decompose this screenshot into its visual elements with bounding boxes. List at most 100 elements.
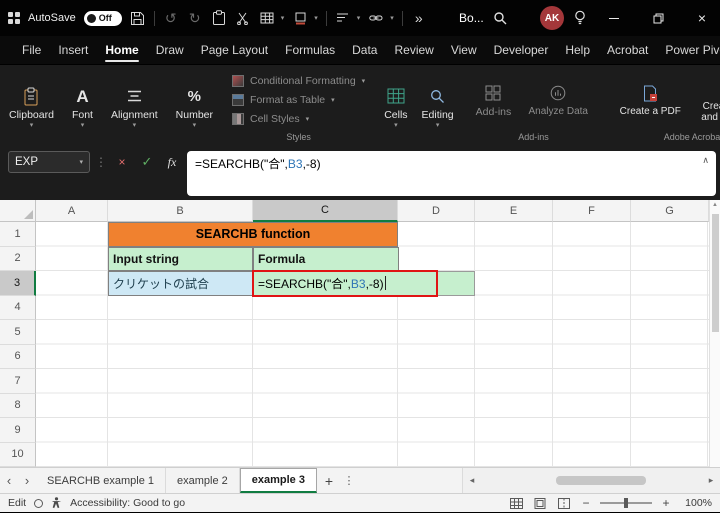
insert-function-button[interactable]: fx xyxy=(162,151,182,173)
lightbulb-icon[interactable] xyxy=(572,8,588,28)
column-header-B[interactable]: B xyxy=(108,200,253,222)
sheet-nav-left-icon[interactable]: ‹ xyxy=(0,468,18,493)
row-header-10[interactable]: 10 xyxy=(0,442,36,467)
row-header-9[interactable]: 9 xyxy=(0,418,36,443)
sheet-options-icon[interactable]: ⋮ xyxy=(341,468,357,493)
tab-file[interactable]: File xyxy=(14,37,49,64)
tab-power-pivot[interactable]: Power Pivot xyxy=(657,37,720,64)
app-launcher-icon[interactable] xyxy=(8,12,20,24)
column-header-F[interactable]: F xyxy=(553,200,631,222)
row-header-5[interactable]: 5 xyxy=(0,320,36,345)
redo-icon[interactable]: ↻ xyxy=(187,8,203,28)
row-header-3[interactable]: 3 xyxy=(0,271,36,296)
alignment-button[interactable]: Alignment ▾ xyxy=(104,67,165,146)
formula-cell-c3-editing[interactable]: =SEARCHB("合",B3,-8) xyxy=(252,270,438,297)
row-header-4[interactable]: 4 xyxy=(0,295,36,320)
horizontal-scrollbar-thumb[interactable] xyxy=(555,476,646,485)
create-pdf-button[interactable]: Create a PDF xyxy=(610,82,690,118)
undo-icon[interactable]: ↺ xyxy=(163,8,179,28)
select-all-corner[interactable] xyxy=(0,200,36,222)
sheet-tab-example-3[interactable]: example 3 xyxy=(239,468,317,493)
scroll-up-icon[interactable]: ▲ xyxy=(710,202,720,208)
conditional-formatting-button[interactable]: Conditional Formatting ▾ xyxy=(228,73,369,90)
font-button[interactable]: A Font ▾ xyxy=(65,67,100,146)
formula-header-cell-c2[interactable]: Formula xyxy=(253,246,399,271)
column-header-D[interactable]: D xyxy=(398,200,475,222)
horizontal-scroll-track[interactable] xyxy=(479,476,704,485)
sheet-tab-searchb-example-1[interactable]: SEARCHB example 1 xyxy=(36,468,166,493)
sheet-nav-right-icon[interactable]: › xyxy=(18,468,36,493)
tab-acrobat[interactable]: Acrobat xyxy=(599,37,656,64)
link-icon[interactable] xyxy=(368,8,384,28)
tab-developer[interactable]: Developer xyxy=(486,37,557,64)
enter-button[interactable]: ✓ xyxy=(137,151,157,173)
tab-insert[interactable]: Insert xyxy=(50,37,96,64)
zoom-slider-knob[interactable] xyxy=(624,498,628,508)
cancel-button[interactable]: × xyxy=(112,151,132,173)
input-string-header-cell-b2[interactable]: Input string xyxy=(108,246,253,271)
analyze-data-button[interactable]: Analyze Data xyxy=(518,82,598,118)
vertical-scrollbar[interactable]: ▲ xyxy=(709,200,720,467)
zoom-slider[interactable] xyxy=(600,498,652,508)
row-header-7[interactable]: 7 xyxy=(0,369,36,394)
horizontal-scrollbar[interactable]: ◂ ▸ xyxy=(462,468,720,493)
row-header-1[interactable]: 1 xyxy=(0,222,36,247)
restore-button[interactable] xyxy=(640,0,676,36)
accessibility-status[interactable]: Accessibility: Good to go xyxy=(70,497,185,509)
more-commands-icon[interactable]: » xyxy=(411,8,427,28)
avatar[interactable]: AK xyxy=(540,6,565,30)
normal-view-icon[interactable] xyxy=(508,496,524,510)
column-header-C[interactable]: C xyxy=(253,200,398,222)
sheet-tab-example-2[interactable]: example 2 xyxy=(166,468,240,493)
save-icon[interactable] xyxy=(130,8,146,28)
row-header-8[interactable]: 8 xyxy=(0,393,36,418)
name-box[interactable]: EXP ▾ xyxy=(8,151,90,173)
column-header-G[interactable]: G xyxy=(631,200,709,222)
number-button[interactable]: % Number ▾ xyxy=(169,67,220,146)
column-header-E[interactable]: E xyxy=(475,200,553,222)
editing-button[interactable]: Editing ▾ xyxy=(415,67,461,146)
tab-home[interactable]: Home xyxy=(97,37,146,64)
search-icon[interactable] xyxy=(492,8,508,28)
macro-record-icon[interactable] xyxy=(34,498,44,508)
row-header-2[interactable]: 2 xyxy=(0,246,36,271)
tab-review[interactable]: Review xyxy=(386,37,441,64)
scroll-right-icon[interactable]: ▸ xyxy=(704,475,718,486)
page-break-view-icon[interactable] xyxy=(556,496,572,510)
cell-styles-button[interactable]: Cell Styles ▾ xyxy=(228,111,369,128)
fill-color-icon[interactable] xyxy=(292,8,308,28)
paste-icon[interactable] xyxy=(211,8,227,28)
vertical-scrollbar-thumb[interactable] xyxy=(712,214,719,332)
cells-button[interactable]: Cells ▾ xyxy=(377,67,414,146)
accessibility-icon[interactable] xyxy=(51,497,62,509)
formula-input[interactable]: =SEARCHB("合",B3,-8) ∧ xyxy=(187,151,716,196)
scroll-left-icon[interactable]: ◂ xyxy=(465,475,479,486)
tab-view[interactable]: View xyxy=(443,37,485,64)
create-pdf-share-button[interactable]: Create a PDF and Share link xyxy=(690,77,720,124)
column-header-A[interactable]: A xyxy=(36,200,108,222)
zoom-level[interactable]: 100% xyxy=(680,497,712,509)
tab-page-layout[interactable]: Page Layout xyxy=(193,37,276,64)
tab-formulas[interactable]: Formulas xyxy=(277,37,343,64)
format-as-table-button[interactable]: Format as Table ▾ xyxy=(228,92,369,109)
table-icon[interactable] xyxy=(259,8,275,28)
tab-help[interactable]: Help xyxy=(557,37,598,64)
page-layout-view-icon[interactable] xyxy=(532,496,548,510)
autosave-toggle[interactable]: Off xyxy=(83,10,122,26)
row-header-6[interactable]: 6 xyxy=(0,344,36,369)
cut-icon[interactable] xyxy=(235,8,251,28)
close-button[interactable]: × xyxy=(684,0,720,36)
title-cell-b1[interactable]: SEARCHB function xyxy=(108,222,398,247)
add-ins-button[interactable]: Add-ins xyxy=(469,82,519,118)
sheet-grid[interactable]: A B C D E F G 1 2 3 4 5 6 7 8 9 10 SEARC… xyxy=(0,200,709,467)
input-value-cell-b3[interactable]: クリケットの試合 xyxy=(108,271,253,296)
new-sheet-button[interactable]: + xyxy=(317,468,341,493)
clipboard-button[interactable]: Clipboard ▾ xyxy=(2,67,61,146)
expand-formula-bar-icon[interactable]: ∧ xyxy=(702,155,709,166)
zoom-in-button[interactable]: + xyxy=(660,496,672,510)
zoom-out-button[interactable]: − xyxy=(580,496,592,510)
tab-data[interactable]: Data xyxy=(344,37,385,64)
tab-draw[interactable]: Draw xyxy=(148,37,192,64)
minimize-button[interactable] xyxy=(596,0,632,36)
sort-filter-icon[interactable] xyxy=(335,8,351,28)
